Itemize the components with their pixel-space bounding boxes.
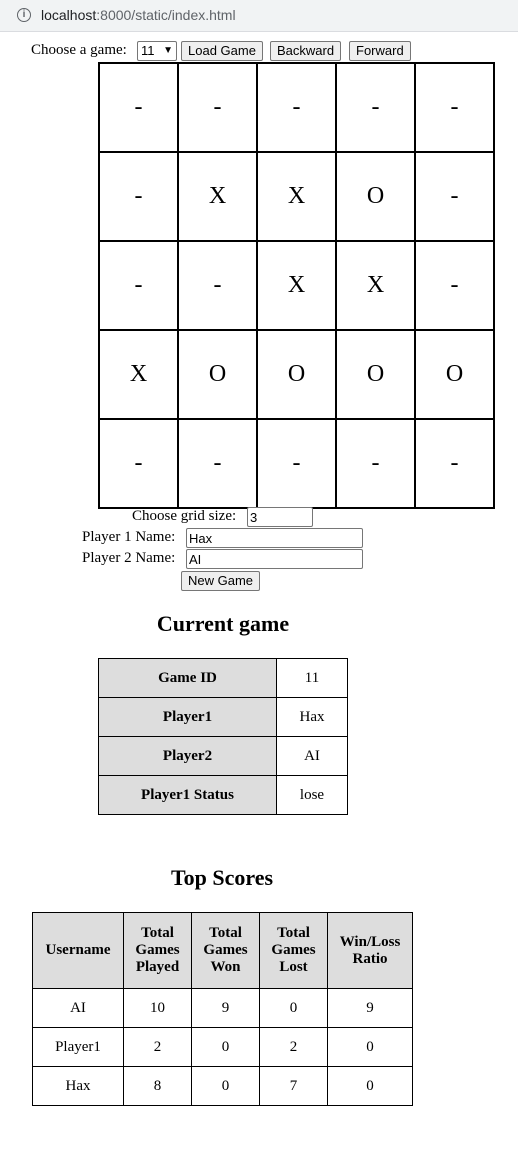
backward-button[interactable]: Backward bbox=[270, 41, 342, 61]
board-cell[interactable]: - bbox=[177, 418, 258, 509]
board-cell[interactable]: - bbox=[256, 418, 337, 509]
board-cell[interactable]: O bbox=[177, 329, 258, 420]
column-header-won: Total Games Won bbox=[191, 912, 260, 989]
board-cell[interactable]: X bbox=[256, 151, 337, 242]
board-row: - X X O - bbox=[98, 151, 495, 242]
game-id-label: Game ID bbox=[98, 658, 277, 698]
info-icon[interactable]: i bbox=[17, 8, 31, 22]
player2-name-input[interactable] bbox=[186, 549, 363, 569]
table-row: Player2 AI bbox=[98, 736, 348, 776]
board-cell[interactable]: - bbox=[414, 151, 495, 242]
board-cell[interactable]: - bbox=[414, 418, 495, 509]
score-cell: 0 bbox=[191, 1027, 260, 1067]
url-path: :8000/static/index.html bbox=[96, 7, 236, 23]
player1-name-input[interactable] bbox=[186, 528, 363, 548]
current-game-heading: Current game bbox=[156, 611, 290, 636]
board-row: - - - - - bbox=[98, 62, 495, 153]
url-host: localhost bbox=[41, 7, 97, 23]
board-cell[interactable]: - bbox=[256, 62, 337, 153]
grid-size-input[interactable] bbox=[247, 507, 313, 527]
load-game-button[interactable]: Load Game bbox=[181, 41, 263, 61]
current-game-table: Game ID 11 Player1 Hax Player2 AI Player… bbox=[98, 658, 348, 815]
table-row: Player1 Status lose bbox=[98, 775, 348, 815]
score-cell: AI bbox=[32, 988, 124, 1028]
board-cell[interactable]: O bbox=[414, 329, 495, 420]
player1-name-label: Player 1 Name: bbox=[82, 529, 176, 545]
score-cell: Player1 bbox=[32, 1027, 124, 1067]
player2-label: Player2 bbox=[98, 736, 277, 776]
board-cell[interactable]: O bbox=[256, 329, 337, 420]
table-row: Game ID 11 bbox=[98, 658, 348, 698]
top-scores-table: Username Total Games Played Total Games … bbox=[32, 912, 413, 1106]
table-row: Player1 Hax bbox=[98, 697, 348, 737]
table-header-row: Username Total Games Played Total Games … bbox=[32, 912, 413, 989]
column-header-username: Username bbox=[32, 912, 124, 989]
table-row: Player1 2 0 2 0 bbox=[32, 1027, 413, 1067]
game-select[interactable]: 11 ▼ bbox=[137, 41, 177, 61]
player1-value: Hax bbox=[276, 697, 348, 737]
url-text[interactable]: localhost:8000/static/index.html bbox=[41, 7, 236, 23]
player2-name-label: Player 2 Name: bbox=[82, 550, 176, 566]
board-cell[interactable]: - bbox=[177, 240, 258, 331]
board-row: X O O O O bbox=[98, 329, 495, 420]
table-row: AI 10 9 0 9 bbox=[32, 988, 413, 1028]
game-board: - - - - - - X X O - - - X X - X O O O O … bbox=[98, 62, 495, 509]
grid-size-label: Choose grid size: bbox=[132, 508, 237, 524]
score-cell: 2 bbox=[123, 1027, 192, 1067]
board-cell[interactable]: - bbox=[98, 151, 179, 242]
player1-status-value: lose bbox=[276, 775, 348, 815]
column-header-lost: Total Games Lost bbox=[259, 912, 328, 989]
player1-status-label: Player1 Status bbox=[98, 775, 277, 815]
board-cell[interactable]: - bbox=[98, 62, 179, 153]
forward-button[interactable]: Forward bbox=[349, 41, 411, 61]
chevron-down-icon: ▼ bbox=[163, 45, 173, 56]
board-cell[interactable]: - bbox=[177, 62, 258, 153]
new-game-button[interactable]: New Game bbox=[181, 571, 261, 591]
board-cell[interactable]: - bbox=[98, 418, 179, 509]
board-cell[interactable]: - bbox=[98, 240, 179, 331]
score-cell: 0 bbox=[259, 988, 328, 1028]
board-cell[interactable]: X bbox=[256, 240, 337, 331]
column-header-ratio: Win/Loss Ratio bbox=[327, 912, 413, 989]
score-cell: Hax bbox=[32, 1066, 124, 1106]
board-cell[interactable]: - bbox=[335, 418, 416, 509]
score-cell: 10 bbox=[123, 988, 192, 1028]
score-cell: 0 bbox=[191, 1066, 260, 1106]
board-cell[interactable]: X bbox=[177, 151, 258, 242]
browser-address-bar[interactable]: i localhost:8000/static/index.html bbox=[0, 0, 518, 32]
board-cell[interactable]: - bbox=[414, 62, 495, 153]
score-cell: 0 bbox=[327, 1027, 413, 1067]
score-cell: 8 bbox=[123, 1066, 192, 1106]
score-cell: 2 bbox=[259, 1027, 328, 1067]
top-scores-heading: Top Scores bbox=[170, 865, 274, 890]
board-row: - - X X - bbox=[98, 240, 495, 331]
board-cell[interactable]: X bbox=[335, 240, 416, 331]
board-cell[interactable]: X bbox=[98, 329, 179, 420]
score-cell: 9 bbox=[327, 988, 413, 1028]
player1-label: Player1 bbox=[98, 697, 277, 737]
score-cell: 9 bbox=[191, 988, 260, 1028]
choose-game-label: Choose a game: bbox=[31, 42, 127, 58]
game-id-value: 11 bbox=[276, 658, 348, 698]
board-row: - - - - - bbox=[98, 418, 495, 509]
score-cell: 7 bbox=[259, 1066, 328, 1106]
game-select-value: 11 bbox=[141, 43, 155, 58]
board-cell[interactable]: O bbox=[335, 329, 416, 420]
score-cell: 0 bbox=[327, 1066, 413, 1106]
column-header-played: Total Games Played bbox=[123, 912, 192, 989]
table-row: Hax 8 0 7 0 bbox=[32, 1066, 413, 1106]
board-cell[interactable]: O bbox=[335, 151, 416, 242]
board-cell[interactable]: - bbox=[414, 240, 495, 331]
board-cell[interactable]: - bbox=[335, 62, 416, 153]
player2-value: AI bbox=[276, 736, 348, 776]
